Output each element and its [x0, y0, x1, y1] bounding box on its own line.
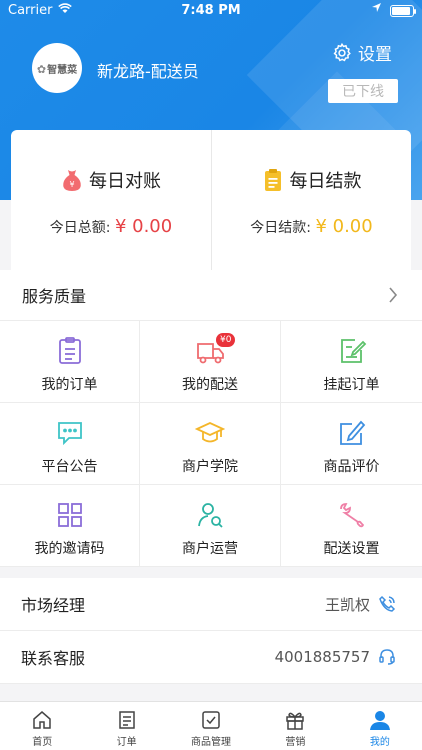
service-quality-row[interactable]: 服务质量	[0, 270, 422, 321]
total-label: 今日总额:	[49, 220, 111, 236]
orders-icon	[118, 711, 135, 729]
settlement-label: 今日结款:	[250, 220, 311, 236]
customer-service-number: 4001885757	[274, 648, 370, 666]
my-orders-button[interactable]: 我的订单	[0, 321, 140, 403]
my-orders-label: 我的订单	[41, 377, 98, 393]
chat-bubble-icon	[57, 422, 82, 446]
online-status-button[interactable]: 已下线	[328, 79, 398, 103]
merchant-operations-label: 商户运营	[182, 541, 238, 557]
clipboard-money-icon	[264, 169, 281, 191]
my-deliveries-button[interactable]: ¥0 我的配送	[140, 321, 281, 403]
status-bar: Carrier 7:48 PM	[0, 0, 422, 22]
announcements-label: 平台公告	[41, 459, 98, 475]
edit-note-icon	[340, 339, 366, 363]
tab-marketing-label: 营销	[285, 737, 306, 748]
avatar[interactable]: ✿智慧菜	[32, 43, 82, 93]
service-quality-title: 服务质量	[22, 287, 87, 306]
settings-button[interactable]: 设置	[331, 40, 392, 65]
daily-settlement-panel[interactable]: 每日结款 今日结款: ¥ 0.00	[211, 130, 411, 270]
phone-icon[interactable]	[378, 595, 396, 613]
graduation-cap-icon	[195, 422, 225, 443]
tab-products[interactable]: 商品管理	[169, 702, 253, 750]
location-arrow-icon	[371, 2, 382, 16]
customer-service-row[interactable]: 联系客服 4001885757	[0, 631, 422, 684]
pencil-square-icon	[339, 420, 365, 445]
tab-orders-label: 订单	[116, 737, 137, 748]
customer-service-label: 联系客服	[21, 649, 86, 668]
merchant-academy-label: 商户学院	[182, 459, 238, 475]
summary-card: ¥ 每日对账 今日总额: ¥ 0.00 每日结款 今日结款: ¥ 0.00	[11, 130, 411, 270]
my-deliveries-label: 我的配送	[182, 377, 238, 393]
qr-code-icon	[57, 503, 82, 527]
product-reviews-label: 商品评价	[323, 459, 380, 475]
clock: 7:48 PM	[181, 3, 241, 18]
brand-logo: ✿智慧菜	[36, 62, 78, 76]
suspended-orders-button[interactable]: 挂起订单	[281, 321, 422, 403]
clipboard-icon	[58, 337, 81, 364]
invite-code-label: 我的邀请码	[34, 541, 105, 557]
market-manager-label: 市场经理	[21, 596, 86, 615]
total-amount: ¥ 0.00	[114, 216, 173, 237]
daily-reconcile-panel[interactable]: ¥ 每日对账 今日总额: ¥ 0.00	[11, 130, 211, 270]
delivery-settings-button[interactable]: 配送设置	[281, 485, 422, 567]
battery-icon	[390, 5, 416, 17]
tab-mine[interactable]: 我的	[338, 702, 422, 750]
market-manager-name: 王凯权	[324, 595, 370, 614]
tab-bar: 首页 订单 商品管理 营销 我的	[0, 701, 422, 750]
home-icon	[33, 711, 51, 729]
settings-label: 设置	[358, 45, 392, 65]
market-manager-row[interactable]: 市场经理 王凯权	[0, 578, 422, 631]
tab-home[interactable]: 首页	[0, 702, 84, 750]
money-bag-icon: ¥	[63, 170, 81, 191]
wrench-icon	[339, 503, 364, 528]
tab-home-label: 首页	[32, 737, 53, 748]
merchant-academy-button[interactable]: 商户学院	[140, 403, 281, 485]
services-section: 服务质量 我的订单 ¥0 我的配送 挂起订单 平台公告 商户学院 商品评价 我的…	[0, 270, 422, 567]
svg-text:¥: ¥	[69, 180, 74, 189]
daily-settlement-title: 每日结款	[289, 171, 362, 192]
tab-marketing[interactable]: 营销	[253, 702, 337, 750]
tab-products-label: 商品管理	[191, 737, 232, 748]
contacts-section: 市场经理 王凯权 联系客服 4001885757	[0, 578, 422, 684]
gear-icon	[333, 42, 351, 61]
checkbox-icon	[202, 711, 220, 729]
user-icon	[369, 711, 390, 730]
tab-orders[interactable]: 订单	[84, 702, 168, 750]
merchant-operations-button[interactable]: 商户运营	[140, 485, 281, 567]
announcements-button[interactable]: 平台公告	[0, 403, 140, 485]
delivery-badge: ¥0	[216, 333, 236, 347]
user-name: 新龙路-配送员	[97, 62, 199, 81]
person-search-icon	[198, 503, 223, 528]
settlement-amount: ¥ 0.00	[315, 216, 373, 237]
suspended-orders-label: 挂起订单	[323, 377, 380, 393]
product-reviews-button[interactable]: 商品评价	[281, 403, 422, 485]
invite-code-button[interactable]: 我的邀请码	[0, 485, 140, 567]
delivery-settings-label: 配送设置	[323, 541, 380, 557]
headset-icon[interactable]	[378, 648, 396, 666]
daily-reconcile-title: 每日对账	[89, 171, 161, 192]
chevron-right-icon	[389, 287, 398, 303]
tab-mine-label: 我的	[369, 737, 390, 748]
gift-icon	[286, 712, 305, 730]
